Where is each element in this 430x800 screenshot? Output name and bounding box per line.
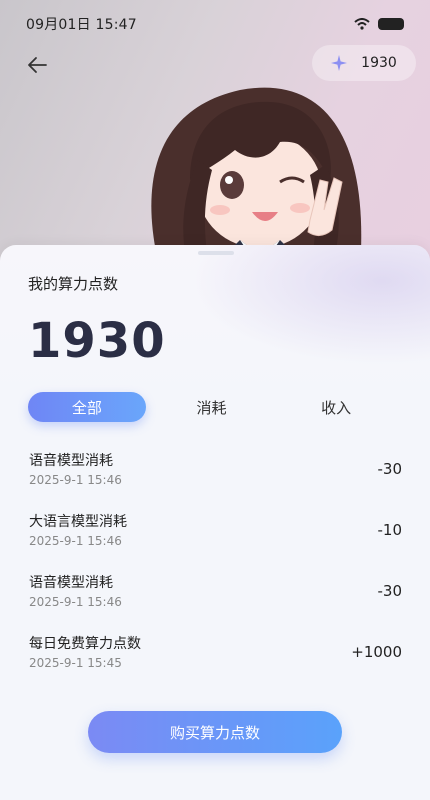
record-time: 2025-9-1 15:46 bbox=[29, 595, 122, 609]
records-list: 语音模型消耗 2025-9-1 15:46 -30 大语言模型消耗 2025-9… bbox=[0, 440, 430, 684]
anime-girl-illustration bbox=[151, 87, 362, 270]
record-amount: +1000 bbox=[351, 643, 402, 661]
arrow-left-icon bbox=[28, 57, 47, 73]
record-title: 语音模型消耗 bbox=[29, 575, 113, 591]
record-time: 2025-9-1 15:46 bbox=[29, 534, 122, 548]
tab-income[interactable]: 收入 bbox=[277, 392, 395, 422]
wifi-icon bbox=[354, 18, 370, 30]
card-title: 我的算力点数 bbox=[28, 275, 119, 293]
record-title: 大语言模型消耗 bbox=[29, 514, 127, 530]
list-item: 大语言模型消耗 2025-9-1 15:46 -10 bbox=[0, 501, 430, 562]
status-bar: 09月01日 15:47 bbox=[0, 0, 430, 48]
points-total: 1930 bbox=[28, 313, 166, 369]
points-card: 我的算力点数 1930 全部 消耗 收入 语音模型消耗 2025-9-1 15:… bbox=[0, 245, 430, 800]
tab-consumption[interactable]: 消耗 bbox=[153, 392, 271, 422]
record-amount: -30 bbox=[377, 460, 403, 478]
status-icons bbox=[354, 18, 404, 30]
points-badge-value: 1930 bbox=[361, 55, 397, 71]
record-amount: -30 bbox=[377, 582, 403, 600]
list-item: 语音模型消耗 2025-9-1 15:46 -30 bbox=[0, 562, 430, 623]
record-time: 2025-9-1 15:45 bbox=[29, 656, 122, 670]
points-badge: 1930 bbox=[312, 45, 416, 81]
buy-points-button[interactable]: 购买算力点数 bbox=[88, 711, 342, 753]
status-time: 09月01日 15:47 bbox=[26, 17, 137, 33]
tab-all[interactable]: 全部 bbox=[28, 392, 146, 422]
header-banner: 09月01日 15:47 1930 bbox=[0, 0, 430, 280]
record-amount: -10 bbox=[377, 521, 403, 539]
record-time: 2025-9-1 15:46 bbox=[29, 473, 122, 487]
back-button[interactable] bbox=[26, 50, 62, 80]
list-item: 每日免费算力点数 2025-9-1 15:45 +1000 bbox=[0, 623, 430, 684]
battery-icon bbox=[378, 18, 404, 30]
drag-handle[interactable] bbox=[198, 251, 234, 255]
filter-tabs: 全部 消耗 收入 bbox=[28, 391, 402, 423]
sparkle-icon bbox=[331, 55, 348, 71]
list-item: 语音模型消耗 2025-9-1 15:46 -30 bbox=[0, 440, 430, 501]
record-title: 每日免费算力点数 bbox=[29, 636, 141, 652]
record-title: 语音模型消耗 bbox=[29, 453, 113, 469]
